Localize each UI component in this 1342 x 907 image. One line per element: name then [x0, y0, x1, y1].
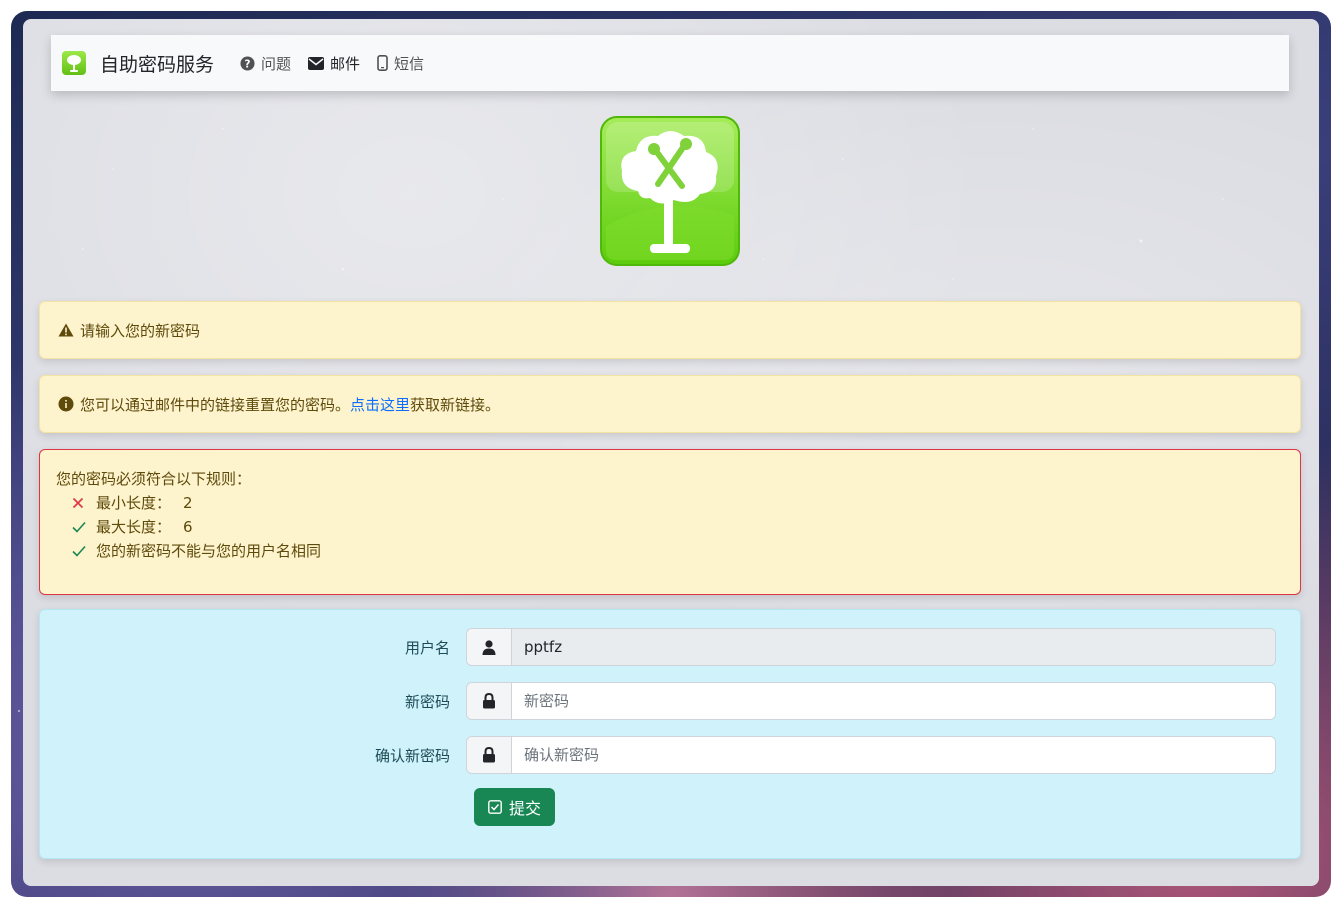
cross-icon	[72, 497, 96, 509]
lock-icon	[467, 683, 512, 719]
info-alert: 您可以通过邮件中的链接重置您的密码。 点击这里 获取新链接。	[39, 375, 1301, 433]
confirm-password-label: 确认新密码	[374, 746, 450, 765]
submit-label: 提交	[509, 799, 542, 818]
confirm-password-row: 确认新密码	[40, 736, 1300, 774]
rule-label: 最大长度：	[96, 518, 172, 536]
new-password-label: 新密码	[404, 692, 450, 711]
info-circle-icon	[58, 396, 74, 412]
brand-logo-icon	[62, 51, 86, 75]
rule-label: 最小长度：	[96, 494, 172, 512]
navbar: 自助密码服务 ? 问题 邮件 短信	[51, 35, 1289, 91]
lock-icon	[467, 737, 512, 773]
check-icon	[72, 521, 96, 533]
username-label: 用户名	[404, 638, 450, 657]
submit-button[interactable]: 提交	[474, 788, 556, 826]
brand-title: 自助密码服务	[100, 53, 215, 76]
nav-link-mail[interactable]: 邮件	[308, 53, 360, 74]
info-text-suffix: 获取新链接。	[410, 395, 501, 414]
user-icon	[467, 629, 512, 665]
check-icon	[72, 545, 96, 557]
new-password-group	[466, 682, 1276, 720]
nav-link-label: 问题	[261, 54, 292, 73]
username-row: 用户名	[40, 628, 1300, 666]
rule-value: 2	[183, 494, 193, 512]
nav-link-questions[interactable]: ? 问题	[240, 53, 291, 74]
rule-item: 最大长度： 6	[72, 515, 1284, 539]
confirm-password-input[interactable]	[512, 737, 1275, 773]
mobile-icon	[377, 55, 388, 71]
page: 自助密码服务 ? 问题 邮件 短信 请输入您的新密码 您可以通过邮件中的链接重置…	[23, 19, 1319, 886]
svg-text:?: ?	[245, 58, 251, 70]
rule-item: 最小长度： 2	[72, 491, 1284, 515]
reset-link[interactable]: 点击这里	[350, 394, 410, 415]
rule-value: 6	[183, 518, 193, 536]
question-circle-icon: ?	[240, 55, 255, 71]
warning-text: 请输入您的新密码	[80, 321, 201, 340]
nav-link-label: 邮件	[330, 54, 361, 73]
new-password-input[interactable]	[512, 683, 1275, 719]
rule-item: 您的新密码不能与您的用户名相同	[72, 539, 1284, 563]
new-password-row: 新密码	[40, 682, 1300, 720]
check-square-icon	[488, 800, 502, 814]
rule-label: 您的新密码不能与您的用户名相同	[96, 542, 322, 560]
brand[interactable]: 自助密码服务	[62, 50, 214, 77]
rules-list: 最小长度： 2 最大长度： 6 您的新密码不能与您的用户名相同	[56, 491, 1284, 563]
nav-link-sms[interactable]: 短信	[377, 53, 424, 74]
warning-alert: 请输入您的新密码	[39, 301, 1301, 359]
rules-title: 您的密码必须符合以下规则：	[56, 470, 252, 488]
envelope-icon	[308, 56, 325, 70]
nav-link-label: 短信	[394, 54, 425, 73]
confirm-password-group	[466, 736, 1276, 774]
browser-window: 自助密码服务 ? 问题 邮件 短信 请输入您的新密码 您可以通过邮件中的链接重置…	[11, 11, 1331, 897]
username-input[interactable]	[512, 629, 1275, 665]
reset-form: 用户名 新密码	[39, 609, 1301, 859]
password-rules-alert: 您的密码必须符合以下规则： 最小长度： 2 最大长度： 6 您的新密码不能与您的…	[39, 449, 1301, 595]
nav-links: ? 问题 邮件 短信	[240, 53, 441, 74]
warning-triangle-icon	[58, 323, 74, 337]
info-text-prefix: 您可以通过邮件中的链接重置您的密码。	[80, 395, 351, 414]
username-group	[466, 628, 1276, 666]
app-logo	[600, 116, 740, 266]
